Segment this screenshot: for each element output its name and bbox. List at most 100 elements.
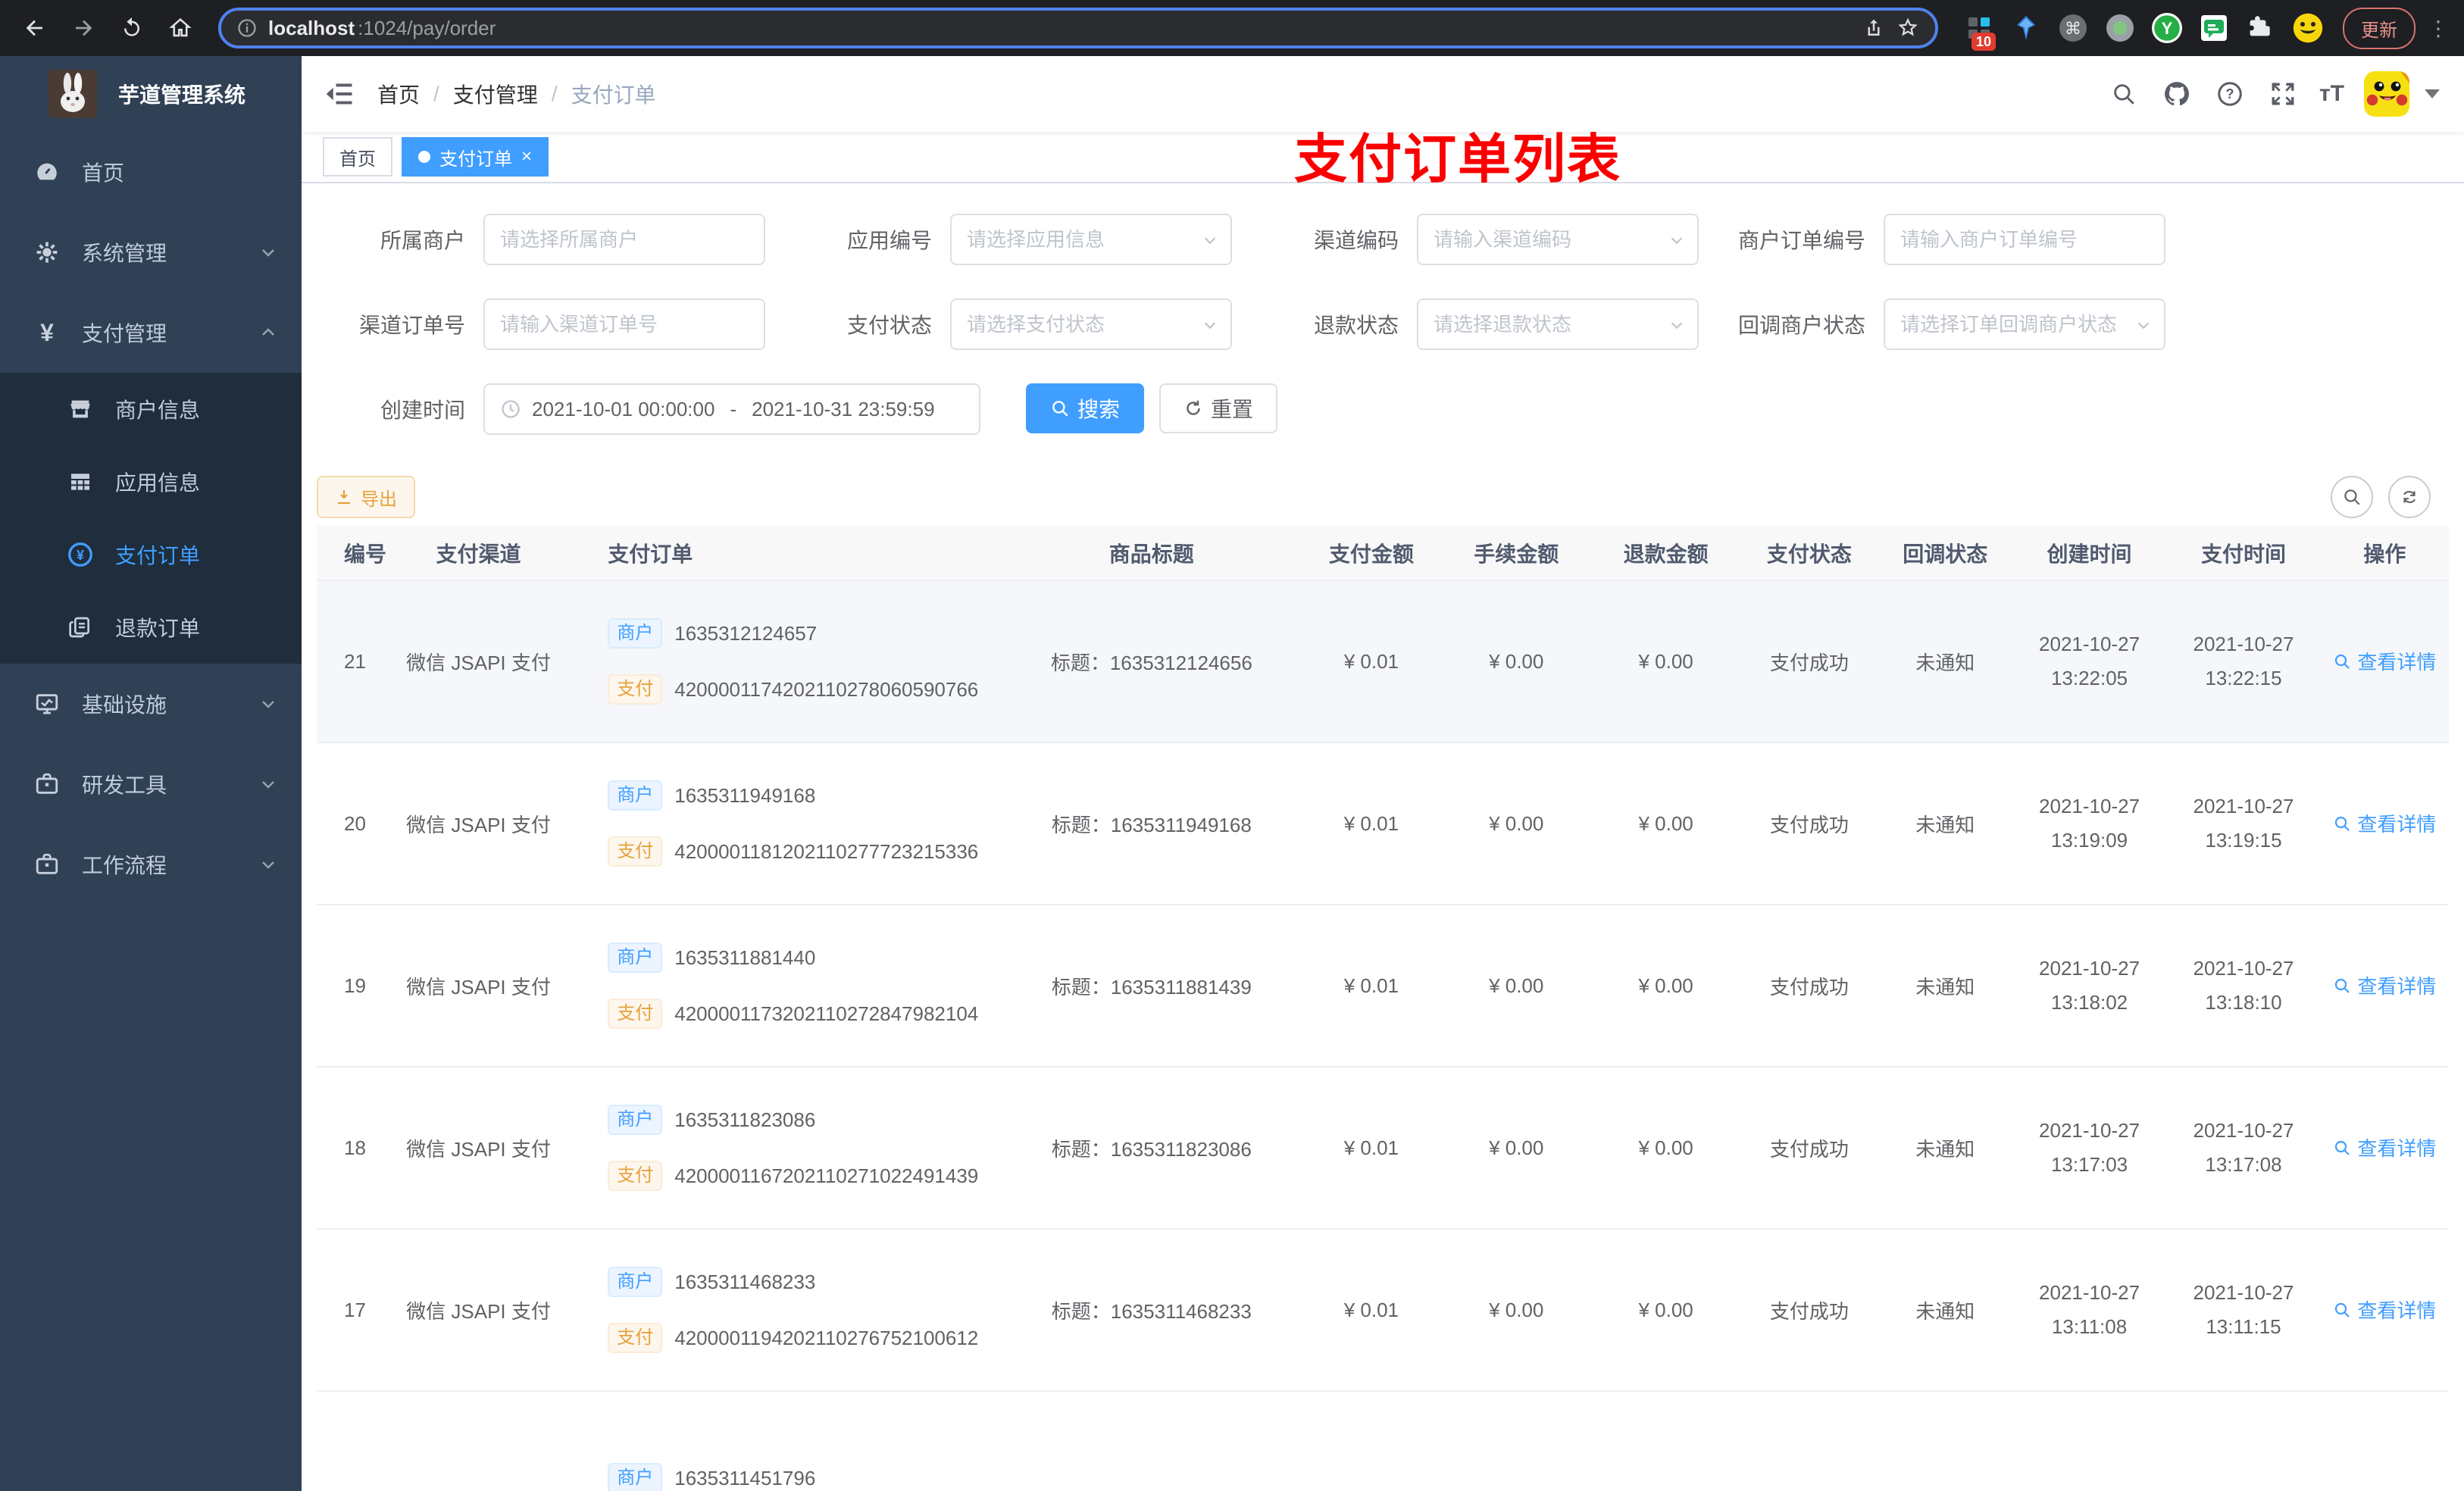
merchant-tag: 商户 bbox=[608, 1463, 663, 1491]
navbar-actions: ? тT bbox=[2107, 71, 2440, 117]
browser-forward-button[interactable] bbox=[64, 8, 103, 48]
refund-status-select[interactable] bbox=[1434, 312, 1682, 336]
product-title: 标题：1635312124656 bbox=[1002, 580, 1302, 743]
filter-merchant: 所属商户 bbox=[317, 214, 765, 265]
create-time: 2021-10-27 13:11:08 bbox=[2012, 1229, 2167, 1392]
pay-tag: 支付 bbox=[608, 674, 663, 705]
avatar-caret-icon[interactable] bbox=[2425, 89, 2440, 98]
puzzle-extension-icon[interactable] bbox=[2244, 11, 2278, 45]
date-range-picker[interactable]: 2021-10-01 00:00:00 - 2021-10-31 23:59:5… bbox=[483, 383, 980, 435]
sidebar-item-pay[interactable]: ¥ 支付管理 bbox=[0, 292, 302, 373]
fullscreen-icon[interactable] bbox=[2266, 77, 2300, 111]
merchant-input[interactable] bbox=[500, 227, 749, 252]
font-size-icon[interactable]: тT bbox=[2319, 81, 2344, 107]
sidebar-item-workflow[interactable]: 工作流程 bbox=[0, 824, 302, 905]
sidebar-item-infra[interactable]: 基础设施 bbox=[0, 664, 302, 744]
tab-close-icon[interactable]: × bbox=[521, 148, 532, 166]
browser-home-button[interactable] bbox=[161, 8, 200, 48]
extensions-grid-icon[interactable]: 10 bbox=[1962, 11, 1997, 51]
url-bar[interactable]: localhost :1024/pay/order bbox=[218, 8, 1938, 48]
pay-status-select[interactable] bbox=[967, 312, 1215, 336]
reset-button[interactable]: 重置 bbox=[1159, 383, 1278, 433]
header-search-icon[interactable] bbox=[2107, 77, 2140, 111]
browser-update-button[interactable]: 更新 bbox=[2343, 7, 2416, 49]
sidebar-item-merchant-info[interactable]: 商户信息 bbox=[0, 373, 302, 445]
sidebar-item-dev-tools[interactable]: 研发工具 bbox=[0, 744, 302, 824]
sidebar-item-label: 支付订单 bbox=[115, 544, 201, 567]
document-copy-icon bbox=[67, 614, 94, 641]
search-icon bbox=[1052, 401, 1068, 417]
url-path: :1024/pay/order bbox=[358, 16, 496, 39]
site-info-icon[interactable] bbox=[236, 17, 258, 39]
refresh-table-button[interactable] bbox=[2388, 476, 2431, 518]
sidebar-collapse-button[interactable] bbox=[326, 82, 353, 106]
avatar[interactable] bbox=[2364, 71, 2409, 117]
table-row: 21 微信 JSAPI 支付 商户 1635312124657 支付 42000… bbox=[317, 580, 2449, 743]
filter-pay-status: 支付状态 bbox=[783, 299, 1232, 350]
product-title: 标题：1635311823086 bbox=[1002, 1067, 1302, 1230]
view-detail-link[interactable]: 查看详情 bbox=[2333, 647, 2436, 675]
create-time: 2021-10-27 13:22:05 bbox=[2012, 580, 2167, 743]
sidebar-item-label: 基础设施 bbox=[82, 693, 167, 717]
date-start: 2021-10-01 00:00:00 bbox=[532, 397, 715, 420]
notify-status: 未通知 bbox=[1878, 580, 2012, 743]
hide-search-button[interactable] bbox=[2331, 476, 2373, 518]
sidebar-logo[interactable]: 芋道管理系统 bbox=[0, 56, 302, 132]
channel-code-select[interactable] bbox=[1434, 227, 1682, 252]
pay-tag: 支付 bbox=[608, 999, 663, 1029]
view-detail-link[interactable]: 查看详情 bbox=[2333, 1296, 2436, 1324]
refresh-icon bbox=[2403, 491, 2416, 503]
filter-notify-status: 回调商户状态 bbox=[1717, 299, 2165, 350]
product-title: 标题：1635311949168 bbox=[1002, 742, 1302, 905]
search-icon bbox=[2335, 978, 2350, 993]
merchant-order-no: 1635311451796 bbox=[674, 1466, 816, 1489]
action-cell: 查看详情 bbox=[2320, 580, 2449, 743]
emoji-extension-icon[interactable] bbox=[2291, 11, 2325, 45]
breadcrumb-home[interactable]: 首页 bbox=[377, 79, 420, 109]
browser-back-button[interactable] bbox=[15, 8, 55, 48]
breadcrumb-pay[interactable]: 支付管理 bbox=[453, 79, 538, 109]
order-no-cell: 商户 1635311949168 支付 42000011812021102777… bbox=[556, 742, 1002, 905]
channel-order-input[interactable] bbox=[500, 312, 749, 336]
sidebar-item-pay-order[interactable]: ¥ 支付订单 bbox=[0, 518, 302, 591]
tab-pay-order[interactable]: 支付订单 × bbox=[402, 137, 549, 177]
share-icon[interactable] bbox=[1862, 17, 1885, 39]
view-detail-link[interactable]: 查看详情 bbox=[2333, 971, 2436, 999]
sidebar-item-home[interactable]: 首页 bbox=[0, 132, 302, 212]
view-detail-link[interactable]: 查看详情 bbox=[2333, 1133, 2436, 1161]
page-content: 所属商户 应用编号 渠道编码 商户订单编号 bbox=[302, 183, 2464, 1491]
notify-status: 未通知 bbox=[1878, 1229, 2012, 1392]
merchant-order-input[interactable] bbox=[1900, 227, 2149, 252]
pay-status: 支付成功 bbox=[1740, 905, 1878, 1067]
notify-status: 未通知 bbox=[1878, 1067, 2012, 1230]
dot-extension-icon[interactable] bbox=[2103, 11, 2137, 45]
action-cell: 查看详情 bbox=[2320, 905, 2449, 1067]
chat-extension-icon[interactable] bbox=[2197, 11, 2231, 45]
notify-status-select[interactable] bbox=[1900, 312, 2149, 336]
export-button[interactable]: 导出 bbox=[317, 476, 415, 518]
page-title-annotation: 支付订单列表 bbox=[1294, 130, 1621, 189]
app-select[interactable] bbox=[967, 227, 1215, 252]
view-detail-link[interactable]: 查看详情 bbox=[2333, 809, 2436, 837]
help-icon[interactable]: ? bbox=[2213, 77, 2247, 111]
sidebar-item-app-info[interactable]: 应用信息 bbox=[0, 445, 302, 518]
create-time: 2021-10-27 13:17:03 bbox=[2012, 1067, 2167, 1230]
product-title: 标题：1635311881439 bbox=[1002, 905, 1302, 1067]
github-icon[interactable] bbox=[2160, 77, 2194, 111]
action-cell: 查看详情 bbox=[2320, 1229, 2449, 1392]
pin-extension-icon[interactable] bbox=[2009, 11, 2043, 45]
col-amount: 支付金额 bbox=[1301, 526, 1442, 580]
filter-channel-code: 渠道编码 bbox=[1250, 214, 1699, 265]
grid-table-icon bbox=[67, 468, 94, 495]
y-extension-icon[interactable]: Y bbox=[2150, 11, 2184, 45]
tab-home[interactable]: 首页 bbox=[323, 137, 392, 177]
bookmark-star-icon[interactable] bbox=[1896, 16, 1920, 40]
yen-circle-icon: ¥ bbox=[67, 541, 94, 568]
browser-reload-button[interactable] bbox=[112, 8, 152, 48]
sidebar-item-system[interactable]: 系统管理 bbox=[0, 212, 302, 292]
sidebar-item-refund-order[interactable]: 退款订单 bbox=[0, 591, 302, 664]
dashboard-icon bbox=[33, 158, 61, 186]
command-extension-icon[interactable]: ⌘ bbox=[2056, 11, 2090, 45]
browser-menu-icon[interactable]: ⋮ bbox=[2428, 16, 2449, 41]
search-button[interactable]: 搜索 bbox=[1026, 383, 1145, 433]
